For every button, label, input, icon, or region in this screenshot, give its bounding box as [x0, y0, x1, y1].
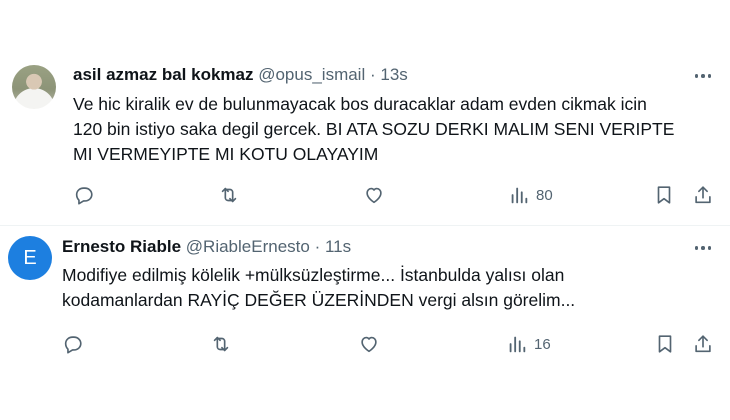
like-button[interactable] — [358, 332, 380, 356]
separator: · — [369, 65, 376, 84]
handle[interactable]: @opus_ismail — [258, 65, 365, 84]
reply-button[interactable] — [62, 332, 84, 356]
retweet-button[interactable] — [210, 332, 232, 356]
handle[interactable]: @RiableErnesto — [186, 237, 310, 256]
reply-icon — [64, 336, 82, 354]
timestamp[interactable]: 11s — [325, 237, 351, 256]
views-count: 16 — [534, 335, 551, 353]
like-button[interactable] — [363, 183, 385, 207]
views-button[interactable]: 80 — [508, 183, 553, 207]
reply-button[interactable] — [73, 183, 95, 207]
avatar[interactable]: E — [8, 236, 52, 280]
tweet[interactable]: asil azmaz bal kokmaz @opus_ismail · 13s… — [0, 0, 730, 225]
display-name[interactable]: Ernesto Riable — [62, 237, 181, 256]
bookmark-icon — [658, 335, 672, 353]
more-icon[interactable] — [692, 237, 714, 259]
views-button[interactable]: 16 — [506, 332, 551, 356]
tweet[interactable]: E Ernesto Riable @RiableErnesto · 11s Mo… — [0, 226, 730, 420]
views-icon — [509, 336, 526, 353]
separator: · — [314, 237, 321, 256]
retweet-icon — [221, 187, 237, 203]
like-icon — [361, 336, 377, 353]
bookmark-button[interactable] — [653, 183, 675, 207]
avatar[interactable] — [12, 65, 56, 109]
share-icon — [695, 186, 711, 204]
retweet-button[interactable] — [218, 183, 240, 207]
share-icon — [695, 335, 711, 353]
reply-icon — [75, 187, 93, 205]
views-count: 80 — [536, 186, 553, 204]
views-icon — [511, 187, 528, 204]
share-button[interactable] — [692, 183, 714, 207]
more-icon[interactable] — [692, 65, 714, 87]
tweet-text: Modifiye edilmiş kölelik +mülksüzleştirm… — [62, 265, 576, 310]
share-button[interactable] — [692, 332, 714, 356]
tweet-text: Ve hic kiralik ev de bulunmayacak bos du… — [73, 94, 675, 164]
bookmark-icon — [657, 186, 671, 204]
display-name[interactable]: asil azmaz bal kokmaz — [73, 65, 253, 84]
timestamp[interactable]: 13s — [380, 65, 407, 84]
retweet-icon — [213, 336, 229, 352]
like-icon — [366, 187, 382, 204]
bookmark-button[interactable] — [654, 332, 676, 356]
